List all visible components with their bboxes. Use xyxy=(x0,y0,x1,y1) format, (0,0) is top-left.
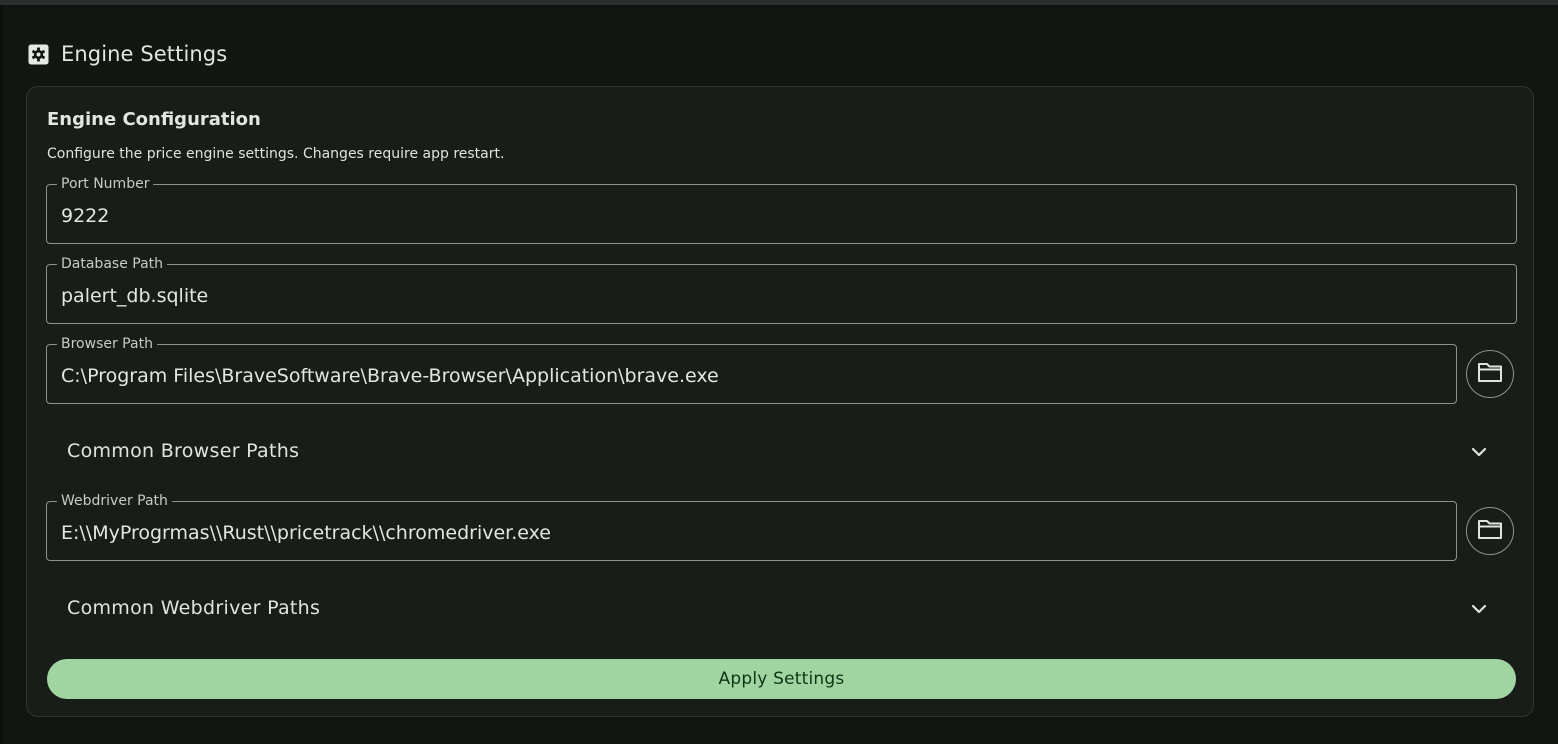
folder-icon xyxy=(1477,361,1503,387)
common-browser-paths-expander[interactable]: Common Browser Paths xyxy=(47,428,1515,476)
page-title: Engine Settings xyxy=(61,42,228,66)
database-path-field[interactable]: Database Path palert_db.sqlite xyxy=(46,255,1517,324)
common-webdriver-paths-label: Common Webdriver Paths xyxy=(67,597,321,619)
page-header: Engine Settings xyxy=(28,38,227,70)
webdriver-path-field[interactable]: Webdriver Path E:\\MyProgrmas\\Rust\\pri… xyxy=(46,492,1457,561)
port-number-value[interactable]: 9222 xyxy=(61,205,109,227)
browser-path-value[interactable]: C:\Program Files\BraveSoftware\Brave-Bro… xyxy=(61,365,719,387)
database-path-label: Database Path xyxy=(57,255,168,273)
window-top-bar xyxy=(0,0,1558,5)
port-number-label: Port Number xyxy=(57,175,154,193)
gear-icon xyxy=(28,44,49,65)
engine-config-card: Engine Configuration Configure the price… xyxy=(26,86,1534,717)
webdriver-path-value[interactable]: E:\\MyProgrmas\\Rust\\pricetrack\\chrome… xyxy=(61,522,551,544)
browser-path-field[interactable]: Browser Path C:\Program Files\BraveSoftw… xyxy=(46,335,1457,404)
browser-path-label: Browser Path xyxy=(57,335,157,353)
apply-settings-button[interactable]: Apply Settings xyxy=(47,659,1516,699)
database-path-value[interactable]: palert_db.sqlite xyxy=(61,285,208,307)
common-browser-paths-label: Common Browser Paths xyxy=(67,440,300,462)
common-webdriver-paths-expander[interactable]: Common Webdriver Paths xyxy=(47,585,1515,633)
folder-icon xyxy=(1477,518,1503,544)
browse-browser-button[interactable] xyxy=(1466,350,1514,398)
left-edge xyxy=(0,5,2,744)
chevron-down-icon xyxy=(1469,599,1489,619)
card-title: Engine Configuration xyxy=(47,109,261,130)
chevron-down-icon xyxy=(1469,442,1489,462)
browse-webdriver-button[interactable] xyxy=(1466,507,1514,555)
card-description: Configure the price engine settings. Cha… xyxy=(47,146,505,162)
webdriver-path-label: Webdriver Path xyxy=(57,492,172,510)
port-number-field[interactable]: Port Number 9222 xyxy=(46,175,1517,244)
